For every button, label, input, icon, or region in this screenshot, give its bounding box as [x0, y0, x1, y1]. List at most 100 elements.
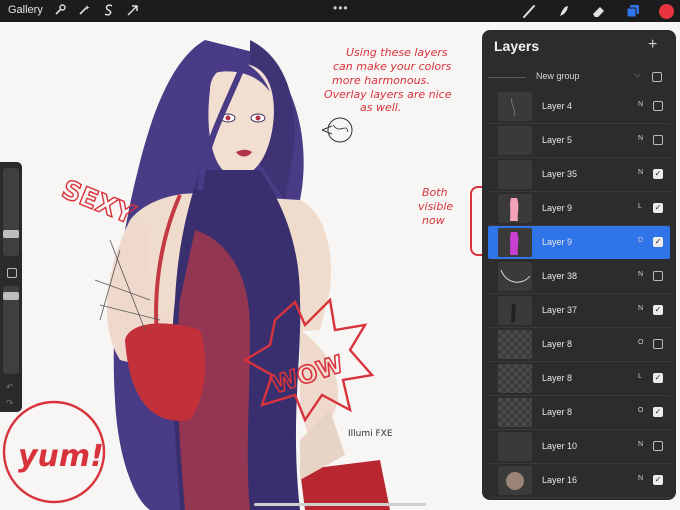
blend-mode-button[interactable]: N	[638, 169, 643, 176]
layer-visibility-checkbox[interactable]	[653, 271, 663, 281]
layer-row[interactable]: Layer 8 O	[488, 328, 670, 362]
layer-thumbnail[interactable]	[498, 262, 532, 291]
layer-row[interactable]: Layer 8 O ✓	[488, 396, 670, 430]
group-visibility-checkbox[interactable]	[652, 72, 662, 82]
home-indicator	[254, 503, 426, 506]
sexy-doodle: SEXY	[57, 175, 139, 231]
layer-row[interactable]: Layer 9 D ✓	[488, 226, 670, 259]
chevron-down-icon[interactable]: ⌵	[634, 69, 641, 80]
layer-row[interactable]: Layer 9 L ✓	[488, 192, 670, 226]
layer-visibility-checkbox[interactable]: ✓	[653, 203, 663, 213]
blend-mode-button[interactable]: O	[638, 339, 643, 346]
blend-mode-button[interactable]: L	[638, 203, 642, 210]
signature-text: Illumi FXE	[348, 429, 393, 439]
layer-name: Layer 9	[542, 237, 573, 247]
blend-mode-button[interactable]: L	[638, 373, 642, 380]
layer-visibility-checkbox[interactable]: ✓	[653, 305, 663, 315]
layer-visibility-checkbox[interactable]	[653, 101, 663, 111]
layer-row[interactable]: Layer 37 N ✓	[488, 294, 670, 328]
layer-row[interactable]: Layer 16 N ✓	[488, 464, 670, 498]
brush-size-sidebar: ↶ ↷	[0, 162, 22, 412]
layer-row[interactable]: Layer 35 N ✓	[488, 158, 670, 192]
layers-panel: Layers + New group ⌵ Layer 4 N Layer 5 N Lay…	[482, 30, 676, 500]
layer-visibility-checkbox[interactable]: ✓	[653, 237, 663, 247]
both-line-1: Both	[422, 186, 448, 199]
layer-visibility-checkbox[interactable]: ✓	[653, 373, 663, 383]
layers-title: Layers	[494, 38, 540, 54]
gallery-button[interactable]: Gallery	[8, 4, 43, 16]
layer-thumbnail[interactable]	[498, 194, 532, 223]
layer-visibility-checkbox[interactable]: ✓	[653, 169, 663, 179]
layer-visibility-checkbox[interactable]	[653, 441, 663, 451]
layer-name: Layer 5	[542, 135, 573, 145]
layer-row[interactable]: Layer 4 N	[488, 90, 670, 124]
blend-mode-button[interactable]: N	[638, 441, 643, 448]
layer-name: Layer 8	[542, 407, 573, 417]
layer-name: Layer 38	[542, 271, 578, 281]
top-toolbar: Gallery •••	[0, 0, 680, 22]
layer-thumbnail[interactable]	[498, 466, 532, 495]
eraser-icon[interactable]	[590, 3, 607, 20]
layer-row[interactable]: Layer 38 N	[488, 260, 670, 294]
layer-name: Layer 8	[542, 373, 573, 383]
blend-mode-button[interactable]: N	[638, 271, 643, 278]
layer-thumbnail[interactable]	[498, 364, 532, 393]
bracket-mark	[470, 186, 482, 256]
layer-thumbnail[interactable]	[498, 330, 532, 359]
layer-name: Layer 9	[542, 203, 573, 213]
blend-mode-button[interactable]: N	[638, 305, 643, 312]
move-arrow-icon[interactable]	[125, 3, 141, 19]
selection-s-icon[interactable]	[101, 3, 117, 19]
modify-button[interactable]	[7, 268, 17, 278]
both-line-3: now	[422, 214, 445, 227]
layer-name: Layer 37	[542, 305, 578, 315]
blend-mode-button[interactable]: D	[638, 237, 643, 244]
layer-name: Layer 35	[542, 169, 578, 179]
layer-name: Layer 4	[542, 101, 573, 111]
note-line-1: Using these layers	[346, 46, 448, 59]
brush-size-slider[interactable]	[3, 168, 19, 256]
group-row-new-group[interactable]: New group ⌵	[482, 66, 676, 88]
layer-visibility-checkbox[interactable]	[653, 135, 663, 145]
undo-icon[interactable]: ↶	[6, 382, 14, 393]
layer-thumbnail[interactable]	[498, 92, 532, 121]
layer-row[interactable]: Layer 5 N	[488, 124, 670, 158]
blend-mode-button[interactable]: O	[638, 407, 643, 414]
both-line-2: visible	[418, 200, 453, 213]
layer-thumbnail[interactable]	[498, 228, 532, 257]
note-line-2: can make your colors	[333, 60, 452, 73]
layer-row[interactable]: Layer 10 N	[488, 430, 670, 464]
blend-mode-button[interactable]: N	[638, 135, 643, 142]
layer-thumbnail[interactable]	[498, 126, 532, 155]
wrench-icon[interactable]	[52, 3, 68, 19]
layer-thumbnail[interactable]	[498, 296, 532, 325]
note-line-5: as well.	[360, 101, 401, 114]
layer-visibility-checkbox[interactable]: ✓	[653, 407, 663, 417]
layer-thumbnail[interactable]	[498, 432, 532, 461]
yum-text: yum!	[18, 439, 104, 474]
layer-row[interactable]: Layer 8 L ✓	[488, 362, 670, 396]
group-name: New group	[536, 71, 580, 81]
blend-mode-button[interactable]: N	[638, 101, 643, 108]
layer-visibility-checkbox[interactable]	[653, 339, 663, 349]
menu-dots-icon[interactable]: •••	[333, 1, 349, 15]
opacity-thumb[interactable]	[3, 292, 19, 300]
brush-size-thumb[interactable]	[3, 230, 19, 238]
plus-icon[interactable]: +	[648, 36, 657, 54]
layer-visibility-checkbox[interactable]: ✓	[653, 475, 663, 485]
layer-name: Layer 10	[542, 441, 578, 451]
brush-icon[interactable]	[521, 3, 538, 20]
layer-thumbnail[interactable]	[498, 160, 532, 189]
layer-name: Layer 8	[542, 339, 573, 349]
layer-thumbnail[interactable]	[498, 398, 532, 427]
note-line-4: Overlay layers are nice	[324, 88, 452, 101]
group-line	[488, 77, 526, 78]
note-line-3: more harmonous.	[332, 74, 430, 87]
smudge-icon[interactable]	[555, 3, 572, 20]
layer-name: Layer 16	[542, 475, 578, 485]
magic-wand-icon[interactable]	[76, 3, 92, 19]
redo-icon[interactable]: ↷	[6, 398, 14, 409]
color-swatch[interactable]	[658, 3, 675, 20]
blend-mode-button[interactable]: N	[638, 475, 643, 482]
layers-icon[interactable]	[624, 3, 641, 20]
